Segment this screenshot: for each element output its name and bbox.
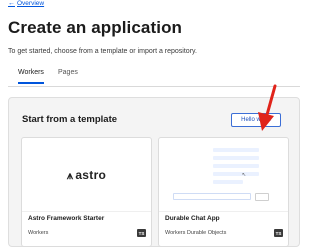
astro-logo-text: astro bbox=[75, 168, 107, 182]
tab-pages[interactable]: Pages bbox=[58, 69, 78, 82]
back-to-overview-link[interactable]: ← Overview bbox=[8, 0, 44, 7]
card-tags: Workers bbox=[28, 230, 49, 236]
page-title: Create an application bbox=[8, 18, 183, 37]
astro-logo-icon: ⩚ astro bbox=[66, 168, 107, 182]
back-link-label: Overview bbox=[17, 0, 45, 7]
template-card-durable-chat[interactable]: ↖ Durable Chat App Workers Durable Objec… bbox=[158, 137, 289, 247]
typescript-badge: TS bbox=[137, 229, 146, 237]
card-preview-chat-ui: ↖ bbox=[159, 138, 288, 212]
card-title: Durable Chat App bbox=[165, 215, 220, 222]
card-tags: Workers Durable Objects bbox=[165, 230, 227, 236]
arrow-left-icon: ← bbox=[8, 0, 15, 7]
typescript-badge: TS bbox=[274, 229, 283, 237]
hello-world-button[interactable]: Hello world bbox=[231, 113, 281, 127]
template-panel: Start from a template Hello world ⩚ astro… bbox=[8, 97, 300, 247]
page-subtitle: To get started, choose from a template o… bbox=[8, 48, 197, 55]
template-section-title: Start from a template bbox=[22, 114, 118, 125]
card-title: Astro Framework Starter bbox=[28, 215, 105, 222]
chat-input-preview bbox=[173, 193, 251, 200]
cursor-icon: ↖ bbox=[242, 172, 247, 178]
card-preview: ⩚ astro bbox=[22, 138, 151, 212]
template-card-astro[interactable]: ⩚ astro Astro Framework Starter Workers T… bbox=[21, 137, 152, 247]
chat-send-preview bbox=[255, 193, 269, 201]
tab-workers[interactable]: Workers bbox=[18, 69, 44, 84]
tab-bar: Workers Pages bbox=[8, 66, 300, 87]
